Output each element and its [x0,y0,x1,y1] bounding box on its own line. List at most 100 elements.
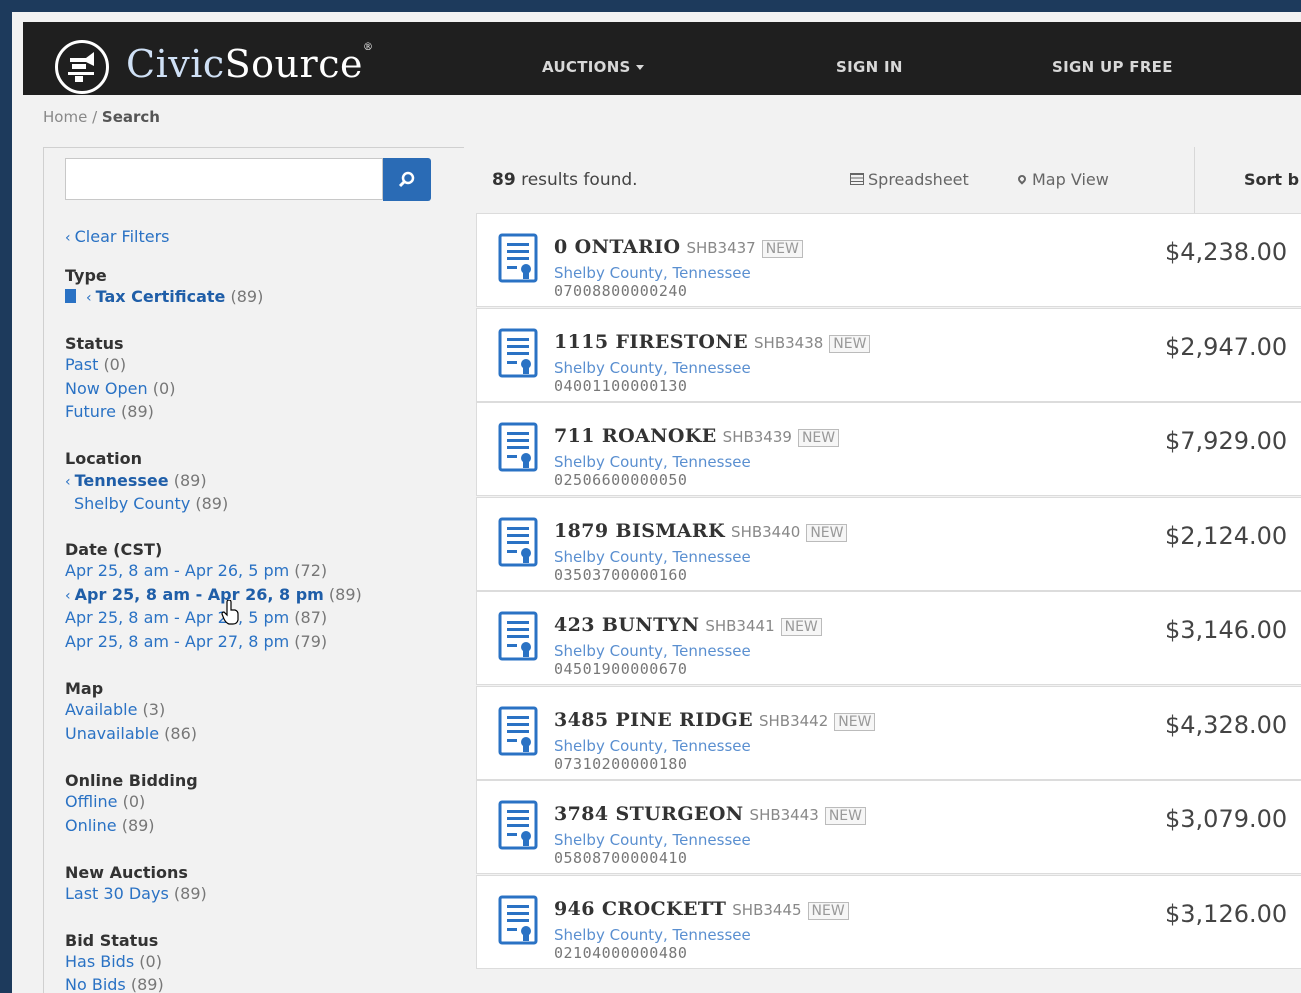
result-price: $4,238.00 [1165,238,1288,266]
status-future-count: (89) [121,402,154,421]
bid-status-no-bids-label: No Bids [65,975,126,993]
certificate-icon [498,422,538,472]
result-title[interactable]: 3485 PINE RIDGE SHB3442 NEW [554,708,876,731]
map-available-label: Available [65,700,138,719]
result-price: $3,126.00 [1165,899,1288,928]
logo-wordmark[interactable]: CivicSource® [126,42,373,86]
type-tax-certificate[interactable]: ‹ Tax Certificate (89) [65,287,263,306]
date-option-label: Apr 25, 8 am - Apr 26, 8 pm [74,585,324,604]
result-address: 1115 FIRESTONE [554,330,749,353]
result-code: SHB3437 [686,239,756,257]
site-header: CivicSource® AUCTIONS SIGN IN SIGN UP FR… [23,22,1301,95]
new-badge: NEW [807,901,849,920]
new-badge: NEW [829,334,871,353]
logo-registered: ® [362,42,374,53]
civicsource-logo-icon[interactable] [55,40,109,94]
result-row[interactable]: 3485 PINE RIDGE SHB3442 NEW Shelby County, … [476,685,1301,780]
location-tennessee[interactable]: ‹ Tennessee (89) [65,471,207,490]
result-code: SHB3443 [749,806,819,824]
breadcrumb-home[interactable]: Home [43,108,87,126]
result-row[interactable]: 0 ONTARIO SHB3437 NEW Shelby County, Tennes… [476,213,1301,307]
map-available[interactable]: Available (3) [65,700,165,719]
result-county-link[interactable]: Shelby County, Tennessee [554,548,751,566]
result-row[interactable]: 711 ROANOKE SHB3439 NEW Shelby County, Tenn… [476,402,1301,496]
new-auctions-count: (89) [173,884,207,903]
new-auctions-last-30[interactable]: Last 30 Days (89) [65,884,207,903]
date-option[interactable]: Apr 25, 8 am - Apr 27, 8 pm (79) [65,632,327,651]
status-future[interactable]: Future (89) [65,402,154,421]
date-option-label: Apr 25, 8 am - Apr 26, 5 pm [65,561,290,580]
result-title[interactable]: 1115 FIRESTONE SHB3438 NEW [554,330,871,353]
result-parcel-id: 02506600000050 [554,471,688,489]
search-button[interactable] [383,158,431,201]
nav-sign-in[interactable]: SIGN IN [836,58,903,76]
date-option-selected[interactable]: ‹ Apr 25, 8 am - Apr 26, 8 pm (89) [65,585,362,604]
online-offline-label: Offline [65,792,118,811]
status-past[interactable]: Past (0) [65,355,126,374]
result-county-link[interactable]: Shelby County, Tennessee [554,453,751,471]
result-title[interactable]: 946 CROCKETT SHB3445 NEW [554,898,849,920]
bid-status-no-bids[interactable]: No Bids (89) [65,975,164,993]
location-heading: Location [65,449,142,468]
result-county-link[interactable]: Shelby County, Tennessee [554,831,751,849]
date-option[interactable]: Apr 25, 8 am - Apr 27, 5 pm (87) [65,608,327,627]
result-code: SHB3440 [731,522,801,541]
map-unavailable[interactable]: Unavailable (86) [65,724,197,743]
result-county-link[interactable]: Shelby County, Tennessee [554,737,751,755]
certificate-icon [498,328,538,377]
nav-auctions-label: AUCTIONS [542,58,631,76]
logo-civic: Civic [126,42,225,86]
result-title[interactable]: 1879 BISMARK SHB3440 NEW [554,519,848,542]
logo-source: Source [224,42,363,86]
result-address: 946 CROCKETT [554,897,727,920]
nav-auctions[interactable]: AUCTIONS [542,58,644,76]
result-county-link[interactable]: Shelby County, Tennessee [554,359,751,377]
result-county-link[interactable]: Shelby County, Tennessee [554,642,751,660]
search-icon [398,171,415,188]
result-parcel-id: 04501900000670 [554,660,688,678]
result-price: $3,146.00 [1165,616,1288,644]
result-address: 3485 PINE RIDGE [554,708,753,731]
result-row[interactable]: 946 CROCKETT SHB3445 NEW Shelby County, Ten… [476,874,1301,969]
certificate-icon [498,233,538,283]
result-price: $2,124.00 [1165,521,1288,550]
certificate-icon [498,800,538,850]
result-title[interactable]: 0 ONTARIO SHB3437 NEW [554,236,803,258]
result-title[interactable]: 711 ROANOKE SHB3439 NEW [554,425,840,447]
result-code: SHB3442 [759,711,829,730]
sort-by-dropdown[interactable]: Sort b [1244,170,1299,189]
new-badge: NEW [761,240,803,258]
result-row[interactable]: 1879 BISMARK SHB3440 NEW Shelby County, Ten… [476,496,1301,591]
date-option[interactable]: Apr 25, 8 am - Apr 26, 5 pm (72) [65,561,327,580]
grid-icon [850,173,864,185]
location-shelby-county[interactable]: Shelby County (89) [74,494,228,513]
clear-filters-link[interactable]: ‹ Clear Filters [65,227,170,246]
result-address: 1879 BISMARK [554,519,726,542]
result-code: SHB3445 [732,900,802,919]
result-county-link[interactable]: Shelby County, Tennessee [554,264,751,282]
search-input[interactable] [65,158,383,200]
spreadsheet-view-link[interactable]: Spreadsheet [850,170,969,189]
online-online[interactable]: Online (89) [65,816,155,835]
map-heading: Map [65,679,104,698]
map-pin-icon [1016,173,1028,185]
result-county-link[interactable]: Shelby County, Tennessee [554,926,751,944]
result-address: 423 BUNTYN [554,614,700,636]
bid-status-has-bids[interactable]: Has Bids (0) [65,952,162,971]
location-shelby-label: Shelby County [74,494,191,513]
result-row[interactable]: 423 BUNTYN SHB3441 NEW Shelby County, Tenne… [476,591,1301,685]
date-option-count: (72) [294,561,328,580]
status-now-open[interactable]: Now Open (0) [65,379,175,398]
result-row[interactable]: 3784 STURGEON SHB3443 NEW Shelby County, Te… [476,780,1301,874]
result-row[interactable]: 1115 FIRESTONE SHB3438 NEW Shelby County, T… [476,307,1301,402]
online-offline[interactable]: Offline (0) [65,792,145,811]
results-count: 89 results found. [492,170,638,190]
result-parcel-id: 04001100000130 [554,376,688,395]
online-online-label: Online [65,816,117,835]
map-view-link[interactable]: Map View [1016,170,1109,189]
result-title[interactable]: 3784 STURGEON SHB3443 NEW [554,803,866,825]
nav-sign-up-free[interactable]: SIGN UP FREE [1052,58,1173,76]
result-title[interactable]: 423 BUNTYN SHB3441 NEW [554,614,822,636]
type-count: (89) [230,287,264,306]
result-code: SHB3441 [705,617,775,635]
